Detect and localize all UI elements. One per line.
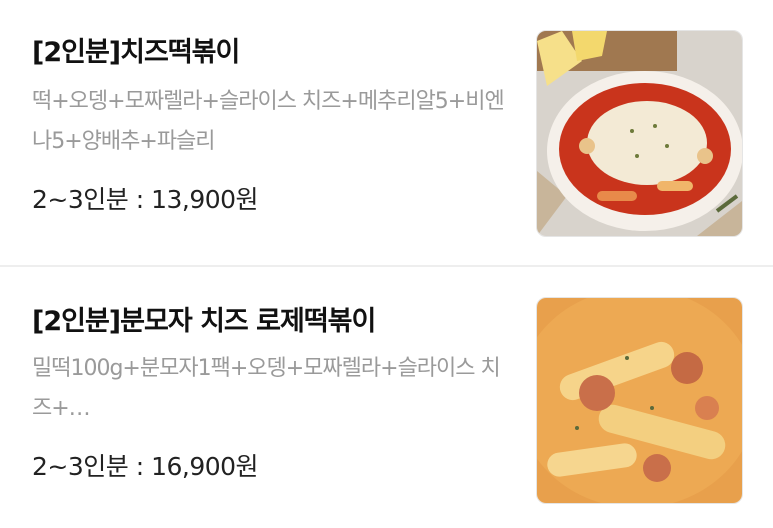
cheese-tteokbokki-photo-icon [537, 31, 742, 236]
item-thumbnail [536, 297, 743, 504]
item-price: 2~3인분 : 13,900원 [32, 185, 259, 214]
item-title: [2인분]치즈떡볶이 [32, 37, 240, 68]
menu-item-rose-tteokbokki[interactable]: [2인분]분모자 치즈 로제떡볶이 밀떡100g+분모자1팩+오뎅+모짜렐라+슬… [0, 267, 773, 528]
item-description: 떡+오뎅+모짜렐라+슬라이스 치즈+메추리알5+비엔나5+양배추+파슬리 [32, 89, 505, 154]
menu-item-cheese-tteokbokki[interactable]: [2인분]치즈떡볶이 떡+오뎅+모짜렐라+슬라이스 치즈+메추리알5+비엔나5+… [0, 0, 773, 265]
item-thumbnail [536, 30, 743, 237]
item-price: 2~3인분 : 16,900원 [32, 452, 259, 481]
item-title: [2인분]분모자 치즈 로제떡볶이 [32, 306, 376, 337]
item-description: 밀떡100g+분모자1팩+오뎅+모짜렐라+슬라이스 치즈+… [32, 356, 501, 421]
rose-tteokbokki-photo-icon [537, 298, 742, 503]
